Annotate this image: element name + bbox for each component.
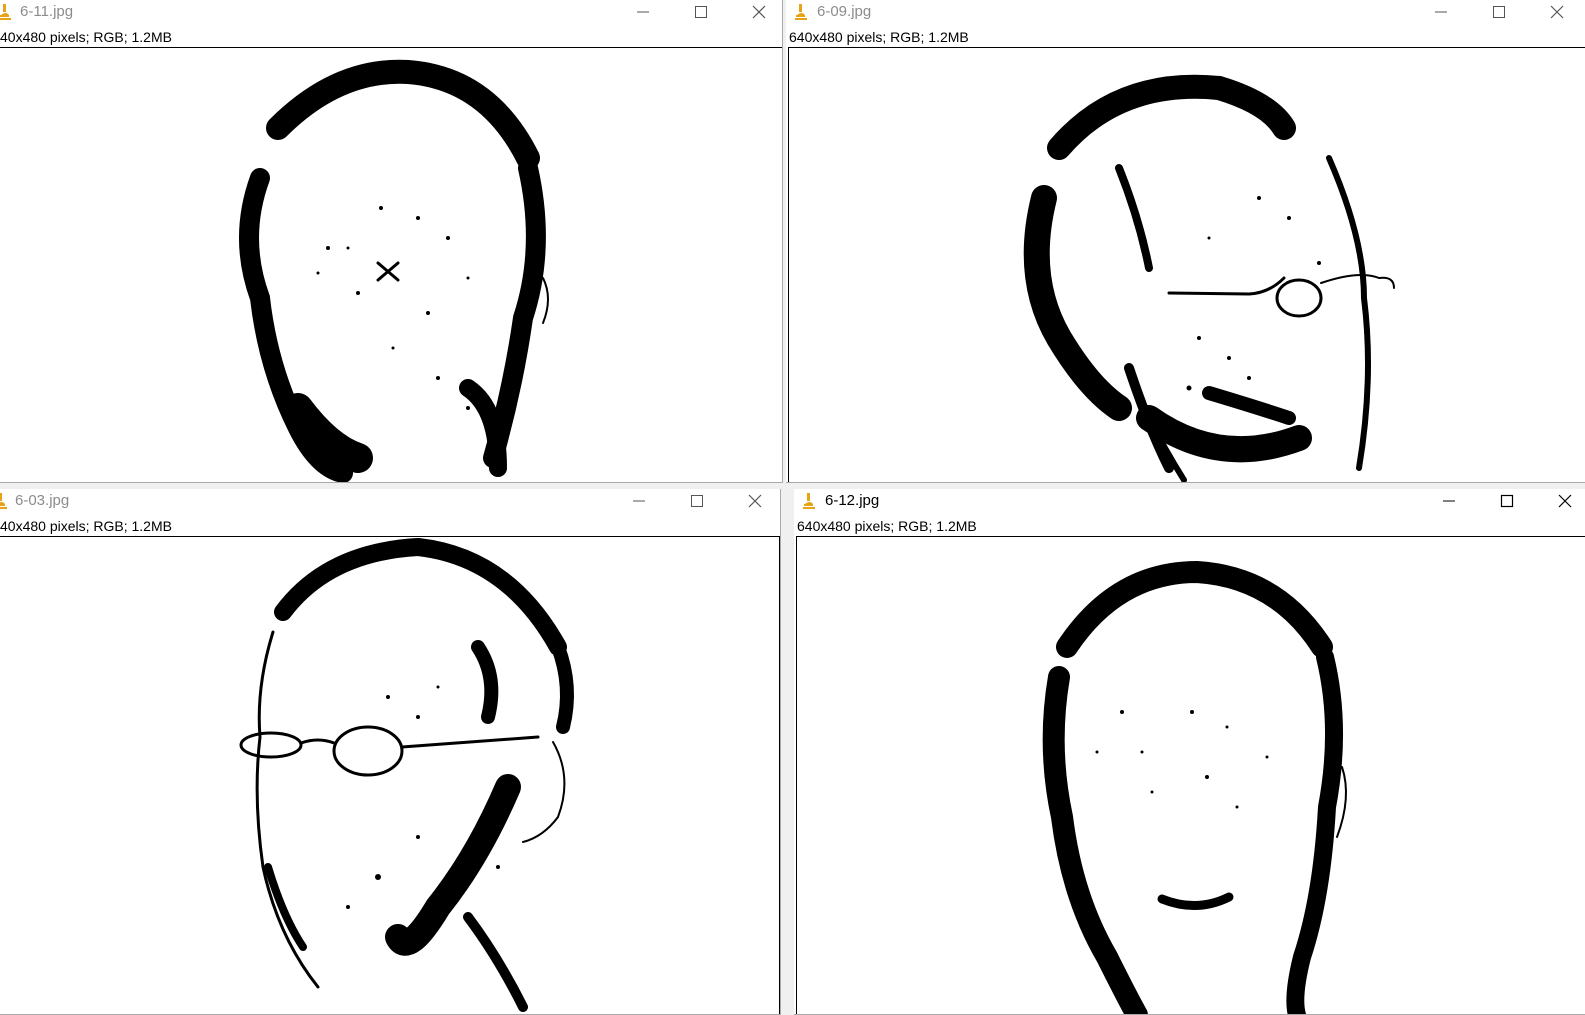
title-bar[interactable]: 6-03.jpg bbox=[0, 489, 780, 513]
close-button[interactable] bbox=[1542, 489, 1585, 513]
image-window-6-03[interactable]: 6-03.jpg 40x480 pixels; RGB; 1.2MB bbox=[0, 489, 781, 1015]
maximize-button[interactable] bbox=[1484, 489, 1530, 513]
close-icon bbox=[1550, 5, 1564, 19]
maximize-button[interactable] bbox=[1476, 0, 1522, 24]
close-button[interactable] bbox=[1534, 0, 1580, 24]
image-info-label: 40x480 pixels; RGB; 1.2MB bbox=[0, 518, 172, 534]
microscope-icon bbox=[0, 4, 11, 20]
image-canvas[interactable] bbox=[0, 47, 782, 482]
minimize-icon bbox=[633, 500, 645, 502]
image-info-label: 640x480 pixels; RGB; 1.2MB bbox=[797, 518, 977, 534]
image-canvas[interactable] bbox=[796, 536, 1585, 1014]
image-window-6-09[interactable]: 6-09.jpg 640x480 pixels; RGB; 1.2MB bbox=[786, 0, 1585, 483]
microscope-icon bbox=[0, 493, 7, 509]
binary-face-image bbox=[239, 59, 549, 482]
binary-face-image bbox=[239, 537, 574, 1012]
maximize-button[interactable] bbox=[674, 489, 720, 513]
minimize-button[interactable] bbox=[616, 489, 662, 513]
maximize-icon bbox=[1493, 6, 1505, 18]
minimize-button[interactable] bbox=[620, 0, 666, 24]
maximize-icon bbox=[691, 495, 703, 507]
title-bar[interactable]: 6-12.jpg bbox=[794, 489, 1585, 513]
minimize-icon bbox=[1435, 11, 1447, 13]
image-info-label: 40x480 pixels; RGB; 1.2MB bbox=[0, 29, 172, 45]
minimize-icon bbox=[1443, 500, 1455, 502]
maximize-icon bbox=[1500, 494, 1514, 508]
close-button[interactable] bbox=[736, 0, 782, 24]
title-bar[interactable]: 6-09.jpg bbox=[786, 0, 1585, 24]
microscope-icon bbox=[795, 4, 807, 20]
binary-face-image bbox=[1042, 560, 1347, 1014]
window-title: 6-09.jpg bbox=[817, 3, 872, 20]
binary-face-image bbox=[1023, 74, 1395, 482]
close-button[interactable] bbox=[732, 489, 778, 513]
close-icon bbox=[1558, 494, 1572, 508]
image-canvas[interactable] bbox=[0, 536, 780, 1014]
image-window-6-11[interactable]: 6-11.jpg 40x480 pixels; RGB; 1.2MB bbox=[0, 0, 783, 483]
maximize-icon bbox=[695, 6, 707, 18]
image-window-6-12[interactable]: 6-12.jpg 640x480 pixels; RGB; 1.2MB bbox=[794, 489, 1585, 1015]
maximize-button[interactable] bbox=[678, 0, 724, 24]
image-info-label: 640x480 pixels; RGB; 1.2MB bbox=[789, 29, 969, 45]
minimize-button[interactable] bbox=[1426, 489, 1472, 513]
window-title: 6-11.jpg bbox=[20, 3, 74, 20]
close-icon bbox=[748, 494, 762, 508]
window-title: 6-03.jpg bbox=[15, 492, 70, 509]
close-icon bbox=[752, 5, 766, 19]
minimize-button[interactable] bbox=[1418, 0, 1464, 24]
minimize-icon bbox=[637, 11, 649, 13]
title-bar[interactable]: 6-11.jpg bbox=[0, 0, 782, 24]
window-title: 6-12.jpg bbox=[825, 492, 880, 509]
image-canvas[interactable] bbox=[788, 47, 1585, 482]
microscope-icon bbox=[803, 493, 815, 509]
